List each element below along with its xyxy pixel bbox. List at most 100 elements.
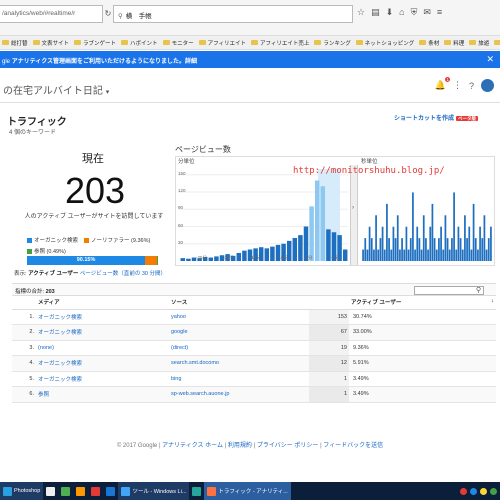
second-bar [433,238,436,261]
bookmark-item[interactable]: 保険 [494,39,500,47]
count-cell: 1 [309,371,349,387]
second-bar [373,249,375,261]
tab-active-users[interactable]: アクティブ ユーザー [28,271,78,277]
source-header[interactable]: ソース [169,296,309,310]
star-icon[interactable]: ☆ [357,7,365,18]
home-icon[interactable]: ⌂ [399,7,404,18]
table-search-input[interactable]: ⚲ [414,286,484,295]
app-icon [207,486,217,496]
bookmark-label: ランキング [323,40,351,47]
avatar[interactable] [481,79,494,92]
bookmark-item[interactable]: モニター [162,39,194,47]
source-cell[interactable]: search.smt.docomo [169,355,309,372]
bookmark-item[interactable]: ラブンゲート [74,39,116,47]
menu-icon[interactable]: ≡ [437,7,442,18]
more-vert-icon[interactable]: ⋮ [453,80,462,91]
footer-link-feedback[interactable]: フィードバックを送信 [323,443,383,449]
traffic-legend: オーガニック検索 ノーリファラー (9.36%) 参照 (0.49%) [27,236,150,258]
source-cell[interactable]: (direct) [169,340,309,356]
close-icon[interactable]: ✕ [486,54,494,65]
property-selector[interactable]: の在宅アルバイト日記 ▾ [3,82,109,97]
source-cell[interactable]: bing [169,371,309,387]
bell-icon[interactable]: 🔔 1 [435,77,450,91]
bookmark-item[interactable]: ハボイント [121,39,158,47]
chat-icon[interactable]: ✉ [423,7,431,18]
source-cell[interactable]: yahoo [169,309,309,325]
source-cell[interactable]: google [169,324,309,341]
second-bar [377,249,380,261]
folder-icon [314,40,322,45]
bookmark-item[interactable]: ネットショッピング [355,39,414,47]
download-icon[interactable]: ⬇ [386,7,394,18]
media-cell[interactable]: 参照 [36,386,169,403]
second-bar [407,249,410,261]
media-cell[interactable]: (none) [36,340,169,356]
chart-splitter[interactable]: › [350,165,358,265]
bookmark-item[interactable]: 文表サイト [32,39,69,47]
bookmark-item[interactable]: 料理 [444,39,464,47]
beta-badge: ベータ版 [456,116,478,121]
folder-icon [250,40,258,45]
tray-icon[interactable] [490,487,497,495]
legend-swatch [27,249,32,255]
second-bar [401,238,403,261]
active-users-header[interactable]: アクティブ ユーザー ↓ [349,296,496,310]
footer-link-terms[interactable]: 利用規約 [228,443,252,449]
bookmark-item[interactable]: ランキング [314,39,351,47]
pct-cell: 5.91% [349,355,496,372]
bookmark-item[interactable]: 旅遊 [469,39,489,47]
bookmark-item[interactable]: アフィリエイト売上 [250,39,309,47]
second-bar [490,226,492,261]
browser-search-field[interactable]: ⚲ 横 手帳 [113,5,353,23]
taskbar-item[interactable] [43,482,58,500]
sort-down-icon[interactable]: ↓ [491,298,494,304]
second-bar [390,249,393,261]
pageviews-title: ページビュー数 [175,145,231,154]
source-cell[interactable]: sp-web.search.auone.jp [169,386,309,403]
tray-icon[interactable] [480,487,487,495]
second-bar [392,226,395,261]
tab-pageviews[interactable]: ページビュー数（直前の 30 分間） [80,271,166,277]
bookmark-item[interactable]: 総打替 [2,39,28,47]
second-bar [396,215,399,261]
clipboard-icon[interactable]: ▤ [371,7,380,18]
bookmark-item[interactable]: 条材 [419,39,439,47]
bookmark-label: 総打替 [11,40,28,47]
second-bar [483,215,486,261]
create-shortcut-link[interactable]: ショートカットを作成 ベータ版 [394,113,478,122]
pct-cell: 3.49% [349,371,496,387]
media-cell[interactable]: オーガニック検索 [36,324,169,341]
search-text: 横 手帳 [125,13,152,20]
reload-icon[interactable]: ↻ [103,5,113,23]
media-cell[interactable]: オーガニック検索 [36,371,169,387]
url-field[interactable]: /analytics/web/#realtime/r [0,5,103,23]
taskbar-item[interactable] [189,482,204,500]
table-tabs: 表示: アクティブ ユーザー ページビュー数（直前の 30 分間） [14,269,166,277]
taskbar-item[interactable]: ツール - Windows Li... [118,482,190,500]
legend-swatch [84,238,90,244]
tray-icon[interactable] [460,487,467,495]
minute-bar [270,246,275,261]
active-users-count: 203 [64,170,126,211]
media-cell[interactable]: オーガニック検索 [36,309,169,325]
footer-link-home[interactable]: アナリティクス ホーム [162,443,223,449]
media-cell[interactable]: オーガニック検索 [36,355,169,372]
taskbar-item[interactable] [73,482,88,500]
notice-text[interactable]: アナリティクス管理画面をご利用いただけるようになりました。詳細 [12,59,197,65]
second-bar [479,226,481,261]
second-bar [468,226,471,261]
taskbar-item[interactable]: トラフィック - アナリティ... [204,482,291,500]
media-header[interactable]: メディア [36,296,169,310]
y-tick-label: 60 [178,222,184,228]
taskbar-item[interactable]: Photoshop [0,482,44,500]
shield-icon[interactable]: ⛨ [411,7,418,18]
taskbar-item[interactable] [58,482,73,500]
taskbar-item[interactable] [103,482,118,500]
help-icon[interactable]: ? [469,81,474,91]
tray-icon[interactable] [470,487,477,495]
rank-cell: 3. [12,340,36,356]
bookmark-item[interactable]: アフィリエイト [198,39,246,47]
second-bar [366,249,369,261]
footer-link-privacy[interactable]: プライバシー ポリシー [257,443,319,449]
taskbar-item[interactable] [88,482,103,500]
